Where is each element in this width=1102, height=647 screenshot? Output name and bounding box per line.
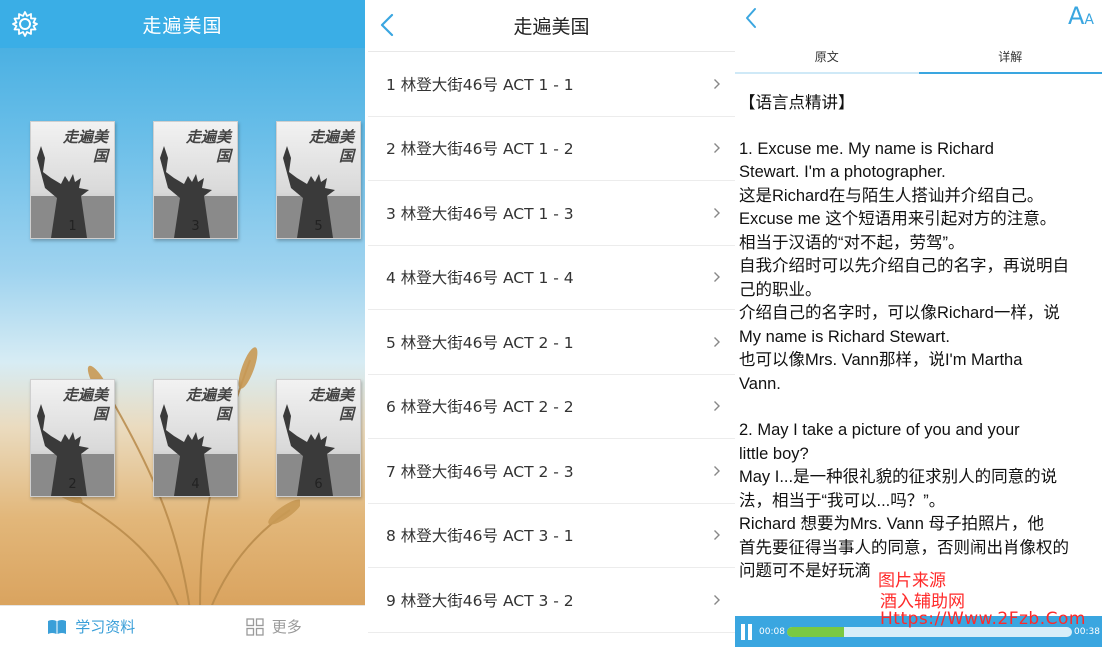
- episode-item-2[interactable]: 2 林登大街46号 ACT 1 - 2: [368, 117, 735, 181]
- elapsed-time: 00:08: [759, 626, 785, 637]
- book-number: 4: [191, 477, 200, 492]
- episode-item-3[interactable]: 3 林登大街46号 ACT 1 - 3: [368, 181, 735, 246]
- chevron-right-icon: [714, 207, 720, 218]
- pause-bar-icon: [747, 623, 752, 640]
- tab-more-label: 更多: [271, 618, 302, 636]
- book-number: 3: [191, 219, 200, 234]
- watermark-url: Https://Www.2Fzb.Com: [880, 609, 1086, 629]
- article-line: Excuse me 这个短语用来引起对方的注意。: [739, 210, 1057, 228]
- tab-study-label: 学习资料: [75, 618, 136, 636]
- article-line: Stewart. I'm a photographer.: [739, 163, 946, 181]
- article-line: Richard 想要为Mrs. Vann 母子拍照片，他: [739, 515, 1044, 533]
- episode-item-8[interactable]: 8 林登大街46号 ACT 3 - 1: [368, 504, 735, 568]
- open-book-icon: [48, 619, 67, 634]
- article-line: 自我介绍时可以先介绍自己的名字，再说明自: [739, 257, 1069, 275]
- article-line: 也可以像Mrs. Vann那样，说I'm Martha: [739, 351, 1023, 369]
- bookshelf-header: 走遍美国: [0, 0, 365, 48]
- chevron-right-icon: [714, 594, 720, 605]
- episode-item-5[interactable]: 5 林登大街46号 ACT 2 - 1: [368, 310, 735, 375]
- book-cover-title: 走遍美国: [308, 386, 354, 423]
- episode-label: 8 林登大街46号 ACT 3 - 1: [386, 527, 574, 546]
- font-size-small-glyph: A: [1084, 12, 1094, 28]
- episode-item-7[interactable]: 7 林登大街46号 ACT 2 - 3: [368, 439, 735, 504]
- tab-more[interactable]: 更多: [183, 606, 366, 647]
- book-number: 6: [314, 477, 323, 492]
- book-number: 2: [68, 477, 77, 492]
- explanation-article: 【语言点精讲】 1. Excuse me. My name is Richard…: [735, 74, 1102, 584]
- tab-study-materials[interactable]: 学习资料: [0, 606, 183, 647]
- book-cover-4[interactable]: 走遍美国 4: [153, 379, 238, 497]
- chevron-right-icon: [714, 143, 720, 154]
- article-line: 介绍自己的名字时，可以像Richard一样，说: [739, 304, 1060, 322]
- grid-icon: [246, 617, 264, 636]
- book-cover-6[interactable]: 走遍美国 6: [276, 379, 361, 497]
- book-cover-title: 走遍美国: [185, 128, 231, 165]
- book-cover-title: 走遍美国: [62, 128, 108, 165]
- article-line: 法，相当于“我可以...吗？”。: [739, 491, 946, 510]
- tab-original-text[interactable]: 原文: [735, 40, 919, 72]
- font-size-big-glyph: A: [1068, 2, 1085, 30]
- article-paragraph-1: 1. Excuse me. My name is Richard Stewart…: [739, 138, 1098, 397]
- article-line: 首先要征得当事人的同意，否则闹出肖像权的: [739, 538, 1069, 557]
- book-cover-title: 走遍美国: [308, 128, 354, 165]
- tab-explanation[interactable]: 详解: [918, 40, 1102, 74]
- episode-label: 6 林登大街46号 ACT 2 - 2: [386, 398, 574, 417]
- bottom-tab-bar: 学习资料 更多: [0, 605, 365, 647]
- pause-bar-icon: [740, 623, 745, 640]
- episode-label: 9 林登大街46号 ACT 3 - 2: [386, 591, 574, 610]
- bookshelf-screen: 走遍美国 走遍美国 1 走遍美国 3 走遍美国 5 走遍美国 2 走遍美国 4: [0, 0, 365, 647]
- episode-list-screen: 走遍美国 1 林登大街46号 ACT 1 - 1 2 林登大街46号 ACT 1…: [368, 0, 735, 647]
- back-arrow-icon[interactable]: [743, 6, 759, 30]
- article-line: 相当于汉语的“对不起，劳驾”。: [739, 233, 965, 252]
- font-size-button[interactable]: AA: [1068, 2, 1094, 30]
- article-line: My name is Richard Stewart.: [739, 327, 950, 346]
- bookshelf-title: 走遍美国: [142, 14, 223, 37]
- chevron-right-icon: [714, 530, 720, 541]
- book-cover-title: 走遍美国: [185, 386, 231, 423]
- book-number: 5: [314, 219, 323, 234]
- episode-label: 1 林登大街46号 ACT 1 - 1: [386, 75, 574, 94]
- lesson-detail-screen: AA 原文 详解 【语言点精讲】 1. Excuse me. My name i…: [735, 0, 1102, 647]
- settings-gear-icon[interactable]: [12, 11, 38, 37]
- app-root: 走遍美国 走遍美国 1 走遍美国 3 走遍美国 5 走遍美国 2 走遍美国 4: [0, 0, 1102, 647]
- book-cover-title: 走遍美国: [62, 386, 108, 423]
- episode-item-9[interactable]: 9 林登大街46号 ACT 3 - 2: [368, 568, 735, 633]
- article-line: 1. Excuse me. My name is Richard: [739, 139, 994, 158]
- episode-item-1[interactable]: 1 林登大街46号 ACT 1 - 1: [368, 52, 735, 117]
- chevron-right-icon: [714, 465, 720, 476]
- back-arrow-icon[interactable]: [378, 12, 396, 38]
- article-line: little boy?: [739, 444, 809, 463]
- chevron-right-icon: [714, 78, 720, 89]
- episode-item-6[interactable]: 6 林登大街46号 ACT 2 - 2: [368, 375, 735, 439]
- article-heading: 【语言点精讲】: [739, 94, 855, 112]
- episode-list-header: 走遍美国: [368, 0, 735, 52]
- detail-segment-tabs: 原文 详解: [735, 40, 1102, 74]
- episode-label: 5 林登大街46号 ACT 2 - 1: [386, 333, 574, 352]
- article-line: May I...是一种很礼貌的征求别人的同意的说: [739, 468, 1058, 486]
- chevron-right-icon: [714, 336, 720, 347]
- episode-item-4[interactable]: 4 林登大街46号 ACT 1 - 4: [368, 246, 735, 310]
- article-line: 这是Richard在与陌生人搭讪并介绍自己。: [739, 186, 1044, 205]
- book-cover-5[interactable]: 走遍美国 5: [276, 121, 361, 239]
- episode-label: 4 林登大街46号 ACT 1 - 4: [386, 269, 574, 288]
- article-line: 2. May I take a picture of you and your: [739, 421, 1020, 439]
- pause-button[interactable]: [735, 616, 757, 647]
- article-paragraph-2: 2. May I take a picture of you and your …: [739, 419, 1098, 584]
- chevron-right-icon: [714, 272, 720, 283]
- book-cover-3[interactable]: 走遍美国 3: [153, 121, 238, 239]
- episode-label: 2 林登大街46号 ACT 1 - 2: [386, 140, 574, 159]
- episode-label: 7 林登大街46号 ACT 2 - 3: [386, 462, 574, 481]
- audio-progress-fill: [787, 626, 844, 637]
- episode-label: 3 林登大街46号 ACT 1 - 3: [386, 204, 574, 223]
- book-cover-1[interactable]: 走遍美国 1: [30, 121, 115, 239]
- article-line: Vann.: [739, 374, 781, 393]
- chevron-right-icon: [714, 401, 720, 412]
- book-cover-2[interactable]: 走遍美国 2: [30, 379, 115, 497]
- lesson-detail-header: AA: [735, 0, 1102, 40]
- article-line: 己的职业。: [739, 280, 822, 299]
- episode-list-title: 走遍美国: [513, 16, 590, 38]
- book-number: 1: [68, 219, 77, 234]
